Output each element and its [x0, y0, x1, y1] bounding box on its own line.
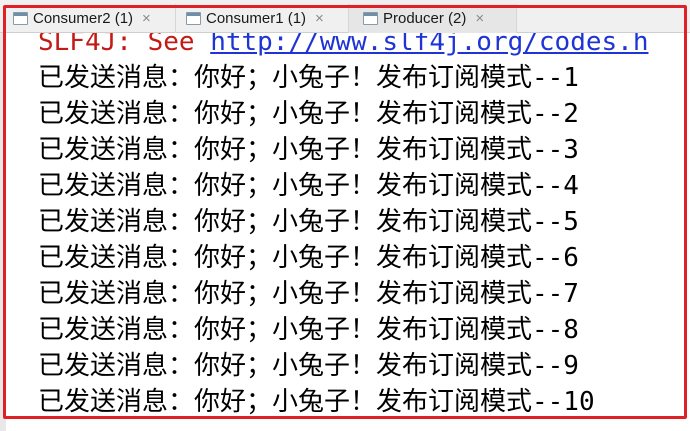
console-output[interactable]: SLF4J: See http://www.slf4j.org/codes.h … — [0, 33, 690, 431]
slf4j-warning-line: SLF4J: See http://www.slf4j.org/codes.h — [38, 33, 648, 60]
close-icon[interactable]: × — [315, 11, 324, 26]
console-tab-bar: Consumer2 (1) × Consumer1 (1) × Producer… — [0, 0, 690, 33]
slf4j-codes-link[interactable]: http://www.slf4j.org/codes.h — [210, 33, 648, 57]
tab-label: Consumer2 (1) — [33, 10, 134, 27]
log-line: 已发送消息：你好；小兔子！发布订阅模式--4 — [38, 171, 579, 201]
close-icon[interactable]: × — [475, 11, 484, 26]
ide-console-window: Consumer2 (1) × Consumer1 (1) × Producer… — [0, 0, 690, 431]
tab-label: Consumer1 (1) — [206, 10, 307, 27]
log-line: 已发送消息：你好；小兔子！发布订阅模式--10 — [38, 387, 595, 417]
console-window-icon — [13, 12, 28, 25]
tab-producer[interactable]: Producer (2) × — [349, 4, 517, 33]
tab-consumer2[interactable]: Consumer2 (1) × — [0, 4, 176, 33]
log-line: 已发送消息：你好；小兔子！发布订阅模式--9 — [38, 351, 579, 381]
close-icon[interactable]: × — [142, 11, 151, 26]
warning-prefix: SLF4J: See — [38, 33, 211, 57]
console-gutter — [0, 33, 6, 431]
log-line: 已发送消息：你好；小兔子！发布订阅模式--2 — [38, 99, 579, 129]
log-line: 已发送消息：你好；小兔子！发布订阅模式--5 — [38, 207, 579, 237]
log-line: 已发送消息：你好；小兔子！发布订阅模式--1 — [38, 63, 579, 93]
tab-label: Producer (2) — [383, 10, 467, 27]
console-window-icon — [186, 12, 201, 25]
log-line: 已发送消息：你好；小兔子！发布订阅模式--6 — [38, 243, 579, 273]
log-line: 已发送消息：你好；小兔子！发布订阅模式--8 — [38, 315, 579, 345]
log-line: 已发送消息：你好；小兔子！发布订阅模式--3 — [38, 135, 579, 165]
console-window-icon — [363, 12, 378, 25]
tab-consumer1[interactable]: Consumer1 (1) × — [176, 4, 349, 33]
log-line: 已发送消息：你好；小兔子！发布订阅模式--7 — [38, 279, 579, 309]
